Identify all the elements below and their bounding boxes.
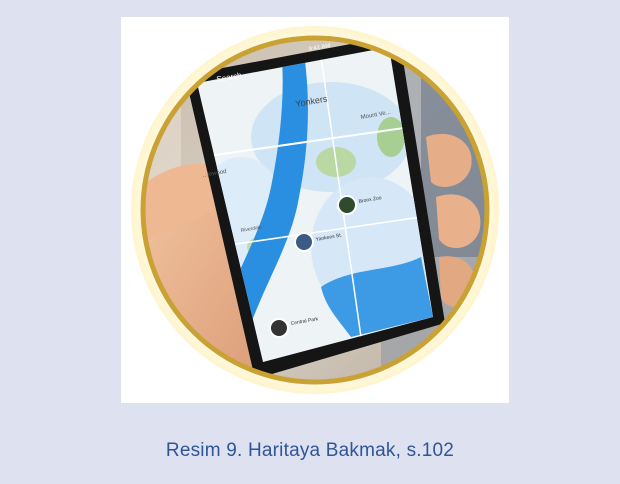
poi-marker[interactable] bbox=[294, 232, 314, 252]
phone-map-photo: Search Yonkers Mount Ve... ...lewood Bro… bbox=[131, 26, 499, 394]
figure-frame: Search Yonkers Mount Ve... ...lewood Bro… bbox=[0, 0, 620, 484]
poi-marker[interactable] bbox=[269, 318, 289, 338]
poi-marker[interactable] bbox=[337, 195, 357, 215]
figure-caption: Resim 9. Haritaya Bakmak, s.102 bbox=[165, 440, 455, 461]
photo-panel: Search Yonkers Mount Ve... ...lewood Bro… bbox=[121, 17, 509, 403]
